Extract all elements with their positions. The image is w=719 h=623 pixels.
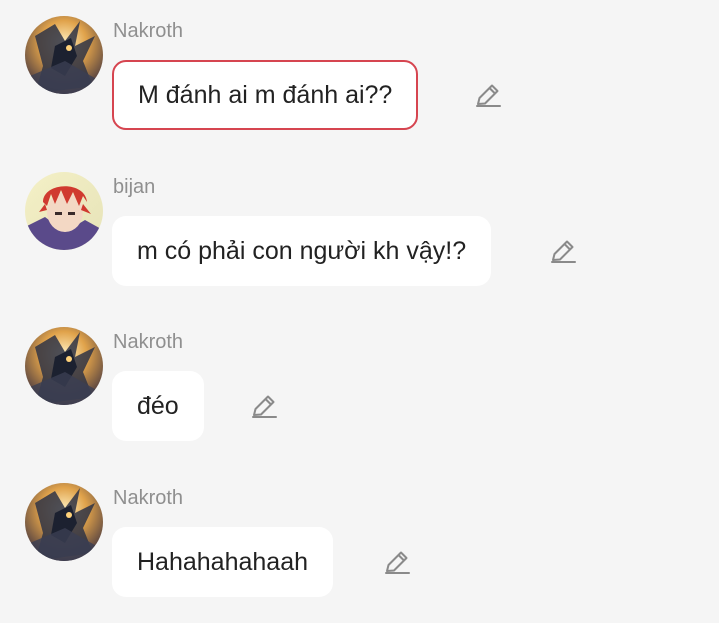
message-2: bijan m có phải con người kh vậy!? <box>0 156 719 312</box>
message-bubble[interactable]: m có phải con người kh vậy!? <box>112 216 492 286</box>
message-1: Nakroth M đánh ai m đánh ai?? <box>0 0 719 156</box>
edit-icon[interactable] <box>249 391 279 421</box>
message-bubble[interactable]: Hahahahahaah <box>112 527 333 597</box>
sender-name: Nakroth <box>113 331 184 353</box>
message-3: Nakroth đéo <box>0 311 719 467</box>
edit-icon[interactable] <box>548 236 578 266</box>
nakroth-avatar-icon[interactable] <box>25 483 103 561</box>
edit-icon[interactable] <box>473 80 503 110</box>
sender-name: Nakroth <box>113 487 184 509</box>
red-hair-anime-avatar-icon[interactable] <box>25 172 103 250</box>
message-bubble[interactable]: M đánh ai m đánh ai?? <box>112 60 419 130</box>
message-bubble[interactable]: đéo <box>112 371 204 441</box>
sender-name: bijan <box>113 176 156 198</box>
nakroth-avatar-icon[interactable] <box>25 16 103 94</box>
edit-icon[interactable] <box>382 547 412 577</box>
sender-name: Nakroth <box>113 20 184 42</box>
nakroth-avatar-icon[interactable] <box>25 327 103 405</box>
